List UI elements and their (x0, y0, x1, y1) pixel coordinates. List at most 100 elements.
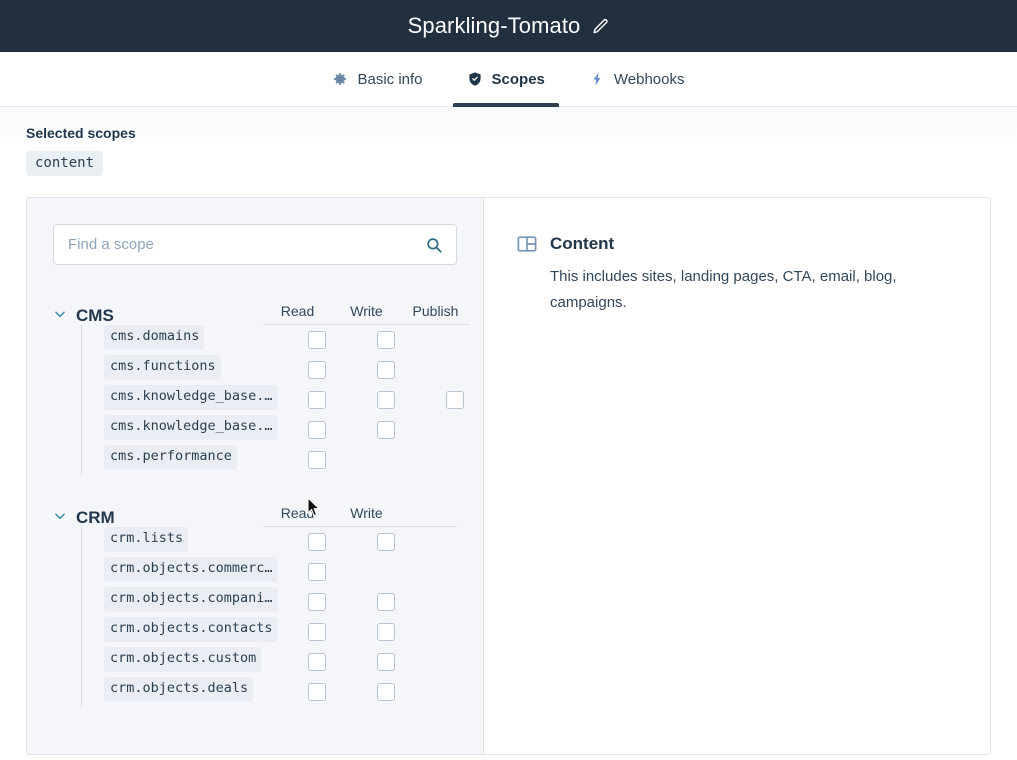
scope-name: cms.functions (104, 355, 221, 380)
scope-chip[interactable]: content (26, 151, 103, 176)
checkbox-read[interactable] (308, 623, 326, 641)
checkbox-cell-write[interactable] (351, 653, 420, 671)
tab-scopes-label: Scopes (492, 72, 545, 87)
checkbox-read[interactable] (308, 533, 326, 551)
app-title-group: Sparkling-Tomato (408, 15, 610, 37)
checkbox-write[interactable] (377, 683, 395, 701)
checkbox-write[interactable] (377, 361, 395, 379)
perm-header-write: Write (332, 304, 401, 318)
perm-header-read: Read (263, 304, 332, 318)
tab-bar: Basic info Scopes Webhooks (0, 52, 1017, 107)
scope-group-crm-permission-headers: Read Write (263, 506, 457, 527)
scope-name-wrap: crm.objects.contacts (82, 617, 282, 647)
checkbox-cell-write[interactable] (351, 421, 420, 439)
checkbox-cell-write[interactable] (351, 593, 420, 611)
scope-name: cms.domains (104, 325, 204, 350)
scope-name-wrap: cms.knowledge_base.… (82, 385, 282, 415)
checkbox-cell-read[interactable] (282, 563, 351, 581)
checkbox-write[interactable] (377, 653, 395, 671)
table-row: crm.lists (82, 527, 483, 557)
page-body: Selected scopes content (0, 107, 1017, 760)
scope-name-wrap: crm.objects.commerc… (82, 557, 282, 587)
checkbox-cell-write[interactable] (351, 361, 420, 379)
search-input[interactable] (68, 225, 425, 264)
checkbox-write[interactable] (377, 533, 395, 551)
checkbox-cell-publish (420, 421, 484, 439)
checkbox-write[interactable] (377, 421, 395, 439)
checkbox-write[interactable] (377, 331, 395, 349)
checkbox-read[interactable] (308, 683, 326, 701)
checkbox-write[interactable] (377, 593, 395, 611)
scope-name: crm.objects.deals (104, 677, 253, 702)
scope-name: cms.knowledge_base.… (104, 385, 278, 410)
checkbox-cell-write[interactable] (351, 331, 420, 349)
checkbox-cell-write[interactable] (351, 391, 420, 409)
checkbox-cell-read[interactable] (282, 653, 351, 671)
tab-webhooks[interactable]: Webhooks (567, 52, 707, 106)
tab-scopes[interactable]: Scopes (445, 52, 567, 106)
scope-permission-cells (282, 683, 483, 701)
checkbox-cell-read[interactable] (282, 421, 351, 439)
checkbox-read[interactable] (308, 331, 326, 349)
scope-name-wrap: cms.domains (82, 325, 282, 355)
checkbox-cell-read[interactable] (282, 683, 351, 701)
scope-name: crm.objects.contacts (104, 617, 278, 642)
scope-name-wrap: crm.objects.deals (82, 677, 282, 707)
gear-icon (332, 71, 348, 87)
scopes-card: CMS Read Write Publish cms.domains (26, 197, 991, 755)
scope-name: cms.performance (104, 445, 237, 470)
search-area (27, 198, 483, 265)
checkbox-publish[interactable] (446, 391, 464, 409)
scope-group-cms: CMS Read Write Publish cms.domains (27, 295, 483, 475)
search-box[interactable] (53, 224, 457, 265)
checkbox-cell-read[interactable] (282, 593, 351, 611)
checkbox-cell-publish[interactable] (420, 391, 484, 409)
scope-group-list: CMS Read Write Publish cms.domains (27, 265, 483, 707)
scope-permission-cells (282, 451, 484, 469)
chevron-down-icon[interactable] (53, 307, 67, 321)
checkbox-cell-publish (420, 451, 484, 469)
scope-permission-cells (282, 563, 483, 581)
scope-permission-cells (282, 361, 484, 379)
tab-webhooks-label: Webhooks (614, 72, 685, 87)
checkbox-cell-write[interactable] (351, 623, 420, 641)
checkbox-read[interactable] (308, 391, 326, 409)
checkbox-cell-read[interactable] (282, 391, 351, 409)
checkbox-cell-publish (420, 361, 484, 379)
checkbox-cell-read[interactable] (282, 623, 351, 641)
scope-permission-cells (282, 421, 484, 439)
chevron-down-icon[interactable] (53, 509, 67, 523)
table-row: crm.objects.deals (82, 677, 483, 707)
checkbox-read[interactable] (308, 593, 326, 611)
scope-group-crm-rows: crm.lists crm.objects.commerc… (81, 527, 483, 707)
checkbox-read[interactable] (308, 421, 326, 439)
scope-name-wrap: crm.lists (82, 527, 282, 557)
scope-permission-cells (282, 391, 484, 409)
app-window: Sparkling-Tomato Basic info (0, 0, 1017, 760)
scope-name-wrap: cms.functions (82, 355, 282, 385)
checkbox-cell-read[interactable] (282, 533, 351, 551)
checkbox-cell-write[interactable] (351, 533, 420, 551)
search-icon[interactable] (425, 236, 443, 254)
checkbox-cell-read[interactable] (282, 451, 351, 469)
tab-basic-info[interactable]: Basic info (310, 52, 444, 106)
checkbox-cell-write[interactable] (351, 683, 420, 701)
checkbox-read[interactable] (308, 653, 326, 671)
scope-detail-description: This includes sites, landing pages, CTA,… (550, 264, 920, 316)
selected-scopes-title: Selected scopes (26, 107, 991, 141)
checkbox-write[interactable] (377, 391, 395, 409)
checkbox-cell-write (351, 563, 420, 581)
checkbox-cell-publish (420, 331, 484, 349)
scope-detail-title: Content (550, 234, 614, 254)
checkbox-read[interactable] (308, 451, 326, 469)
perm-header-read: Read (263, 506, 332, 520)
checkbox-cell-read[interactable] (282, 331, 351, 349)
checkbox-write[interactable] (377, 623, 395, 641)
table-row: crm.objects.compani… (82, 587, 483, 617)
pencil-icon[interactable] (592, 18, 609, 35)
scope-name-wrap: cms.knowledge_base.… (82, 415, 282, 445)
checkbox-cell-read[interactable] (282, 361, 351, 379)
table-row: cms.knowledge_base.… (82, 385, 483, 415)
checkbox-read[interactable] (308, 361, 326, 379)
checkbox-read[interactable] (308, 563, 326, 581)
